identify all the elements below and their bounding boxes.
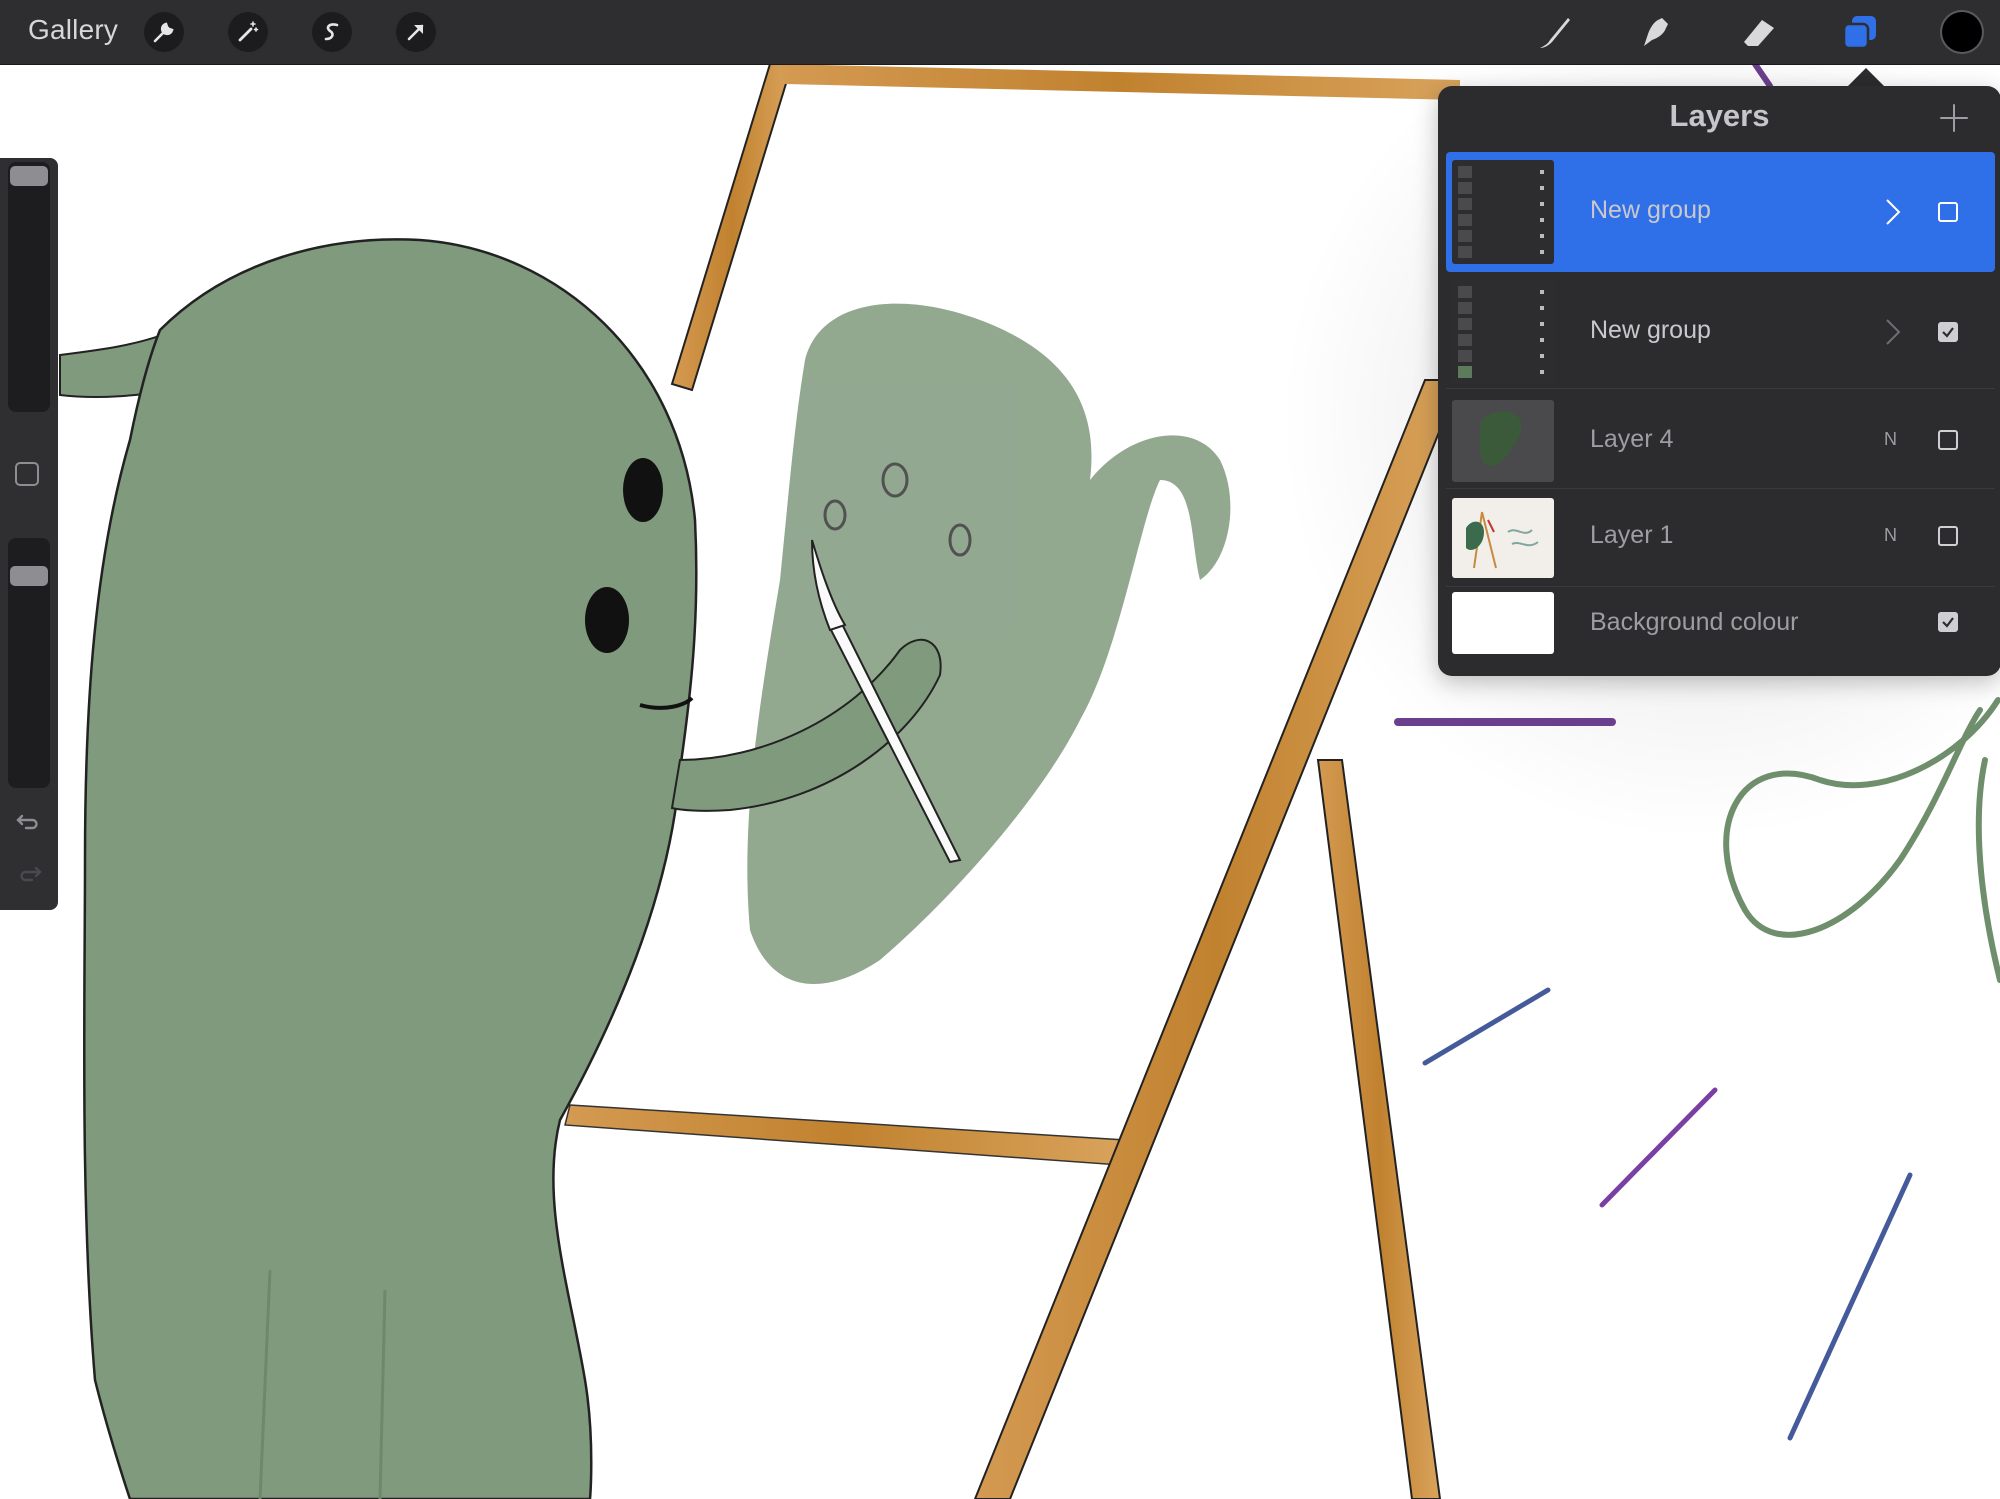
layer-name: Layer 1 — [1590, 521, 1674, 549]
group-thumbnail — [1452, 160, 1554, 264]
chevron-right-icon[interactable] — [1884, 317, 1902, 347]
background-colour-thumbnail — [1452, 592, 1554, 654]
layer-visibility-checkbox[interactable] — [1938, 526, 1958, 546]
selection-icon[interactable] — [312, 12, 352, 52]
purple-diagonal-stroke — [1599, 1087, 1718, 1208]
chevron-right-icon[interactable] — [1884, 197, 1902, 227]
blue-diagonal-stroke — [1787, 1172, 1913, 1441]
layer-row-new-group-1[interactable]: New group — [1446, 152, 1995, 272]
layer-name: New group — [1590, 196, 1711, 224]
opacity-thumb[interactable] — [10, 566, 48, 586]
top-toolbar: Gallery — [0, 0, 2000, 65]
layers-panel: Layers New group New group Layer 4 N Lay… — [1438, 86, 2000, 676]
layers-panel-pointer — [1848, 68, 1884, 86]
wrench-icon[interactable] — [144, 12, 184, 52]
brush-size-thumb[interactable] — [10, 166, 48, 186]
layer-row-layer-1[interactable]: Layer 1 N — [1446, 490, 1995, 587]
brush-icon[interactable] — [1532, 10, 1576, 54]
layer-thumbnail — [1452, 498, 1554, 578]
layer-thumbnail — [1452, 400, 1554, 482]
blend-mode-label[interactable]: N — [1884, 429, 1897, 450]
gallery-button[interactable]: Gallery — [28, 14, 118, 46]
smudge-icon[interactable] — [1634, 10, 1678, 54]
blend-mode-label[interactable]: N — [1884, 525, 1897, 546]
layer-visibility-checkbox[interactable] — [1938, 322, 1958, 342]
layer-name: Layer 4 — [1590, 425, 1674, 453]
layers-panel-title: Layers — [1669, 98, 1770, 133]
opacity-slider[interactable] — [8, 538, 50, 788]
layer-name: Background colour — [1590, 608, 1799, 636]
layer-visibility-checkbox[interactable] — [1938, 430, 1958, 450]
painted-portrait — [747, 303, 1231, 984]
modify-button[interactable] — [15, 462, 39, 486]
layer-visibility-checkbox[interactable] — [1938, 202, 1958, 222]
blue-stroke — [1422, 987, 1551, 1066]
color-picker-swatch[interactable] — [1942, 12, 1982, 52]
layer-visibility-checkbox[interactable] — [1938, 612, 1958, 632]
layer-row-new-group-2[interactable]: New group — [1446, 276, 1995, 389]
layer-row-layer-4[interactable]: Layer 4 N — [1446, 392, 1995, 489]
transform-arrow-icon[interactable] — [396, 12, 436, 52]
brush-size-slider[interactable] — [8, 162, 50, 412]
layers-icon[interactable] — [1838, 10, 1882, 54]
plus-icon[interactable] — [1938, 102, 1970, 134]
eraser-icon[interactable] — [1736, 10, 1780, 54]
layer-row-background-colour[interactable]: Background colour — [1446, 588, 1995, 672]
left-sidebar — [0, 158, 58, 910]
magic-wand-icon[interactable] — [228, 12, 268, 52]
group-thumbnail — [1452, 280, 1554, 384]
redo-icon[interactable] — [14, 858, 44, 888]
undo-icon[interactable] — [14, 806, 44, 836]
layer-name: New group — [1590, 316, 1711, 344]
